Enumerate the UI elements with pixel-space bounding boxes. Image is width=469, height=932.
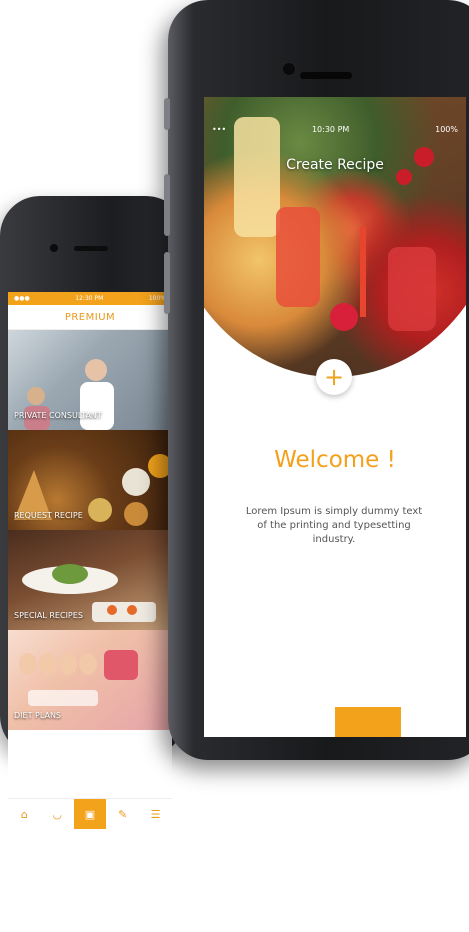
status-signal: ●●● xyxy=(14,295,30,302)
status-battery: 100% xyxy=(435,125,458,134)
plus-icon: + xyxy=(323,363,345,391)
bowl-icon[interactable]: ◡ xyxy=(41,799,74,829)
tile-private-consultant[interactable]: PRIVATE CONSULTANT xyxy=(8,330,172,430)
volume-up-button xyxy=(164,174,170,236)
page-title: PREMIUM xyxy=(64,311,116,323)
status-bar: ●●● 12:30 PM 100% xyxy=(8,292,172,305)
status-bar: ••• 10:30 PM 100% xyxy=(204,125,466,134)
status-time: 10:30 PM xyxy=(311,125,350,134)
tile-special-recipes[interactable]: SPECIAL RECIPES xyxy=(8,530,172,630)
tile-label: SPECIAL RECIPES xyxy=(14,611,83,620)
front-camera xyxy=(50,244,58,252)
glass-illustration xyxy=(234,117,436,331)
nav-tab-1[interactable] xyxy=(204,707,270,737)
page-title: Create Recipe xyxy=(286,157,384,173)
back-phone: ●●● 12:30 PM 100% PREMIUM PRIVATE CONSUL… xyxy=(0,196,186,932)
welcome-heading: Welcome ! xyxy=(274,447,396,473)
bottom-nav: ⌂ ◡ ▣ ✎ ☰ xyxy=(8,798,172,829)
menu-icon[interactable]: ☰ xyxy=(139,799,172,829)
tile-request-recipe[interactable]: REQUEST RECIPE xyxy=(8,430,172,530)
earpiece-speaker xyxy=(74,246,108,251)
tile-label: PRIVATE CONSULTANT xyxy=(14,411,102,420)
status-time: 12:30 PM xyxy=(75,295,104,302)
mute-switch xyxy=(164,98,170,130)
front-phone-screen: ••• 10:30 PM 100% Create Recipe + Welcom… xyxy=(204,97,466,737)
pen-icon[interactable]: ✎ xyxy=(106,799,139,829)
home-icon[interactable]: ⌂ xyxy=(8,799,41,829)
volume-down-button xyxy=(164,252,170,314)
hero-drinks-image xyxy=(204,97,466,377)
tile-label: DIET PLANS xyxy=(14,711,62,720)
nav-tab-3[interactable] xyxy=(335,707,401,737)
bottom-nav xyxy=(204,707,466,737)
gift-icon[interactable]: ▣ xyxy=(73,799,107,829)
welcome-description: Lorem Ipsum is simply dummy text of the … xyxy=(245,506,423,545)
nav-tab-2[interactable] xyxy=(270,707,336,737)
front-phone: ••• 10:30 PM 100% Create Recipe + Welcom… xyxy=(164,0,469,760)
tile-label: REQUEST RECIPE xyxy=(14,511,83,520)
status-signal: ••• xyxy=(212,125,227,134)
back-phone-screen: ●●● 12:30 PM 100% PREMIUM PRIVATE CONSUL… xyxy=(8,292,172,932)
premium-header: PREMIUM xyxy=(8,305,172,330)
front-camera xyxy=(282,62,296,76)
earpiece-speaker xyxy=(300,72,352,79)
tile-diet-plans[interactable]: DIET PLANS xyxy=(8,630,172,730)
nav-tab-4[interactable] xyxy=(401,707,467,737)
add-recipe-button[interactable]: + xyxy=(316,359,352,395)
